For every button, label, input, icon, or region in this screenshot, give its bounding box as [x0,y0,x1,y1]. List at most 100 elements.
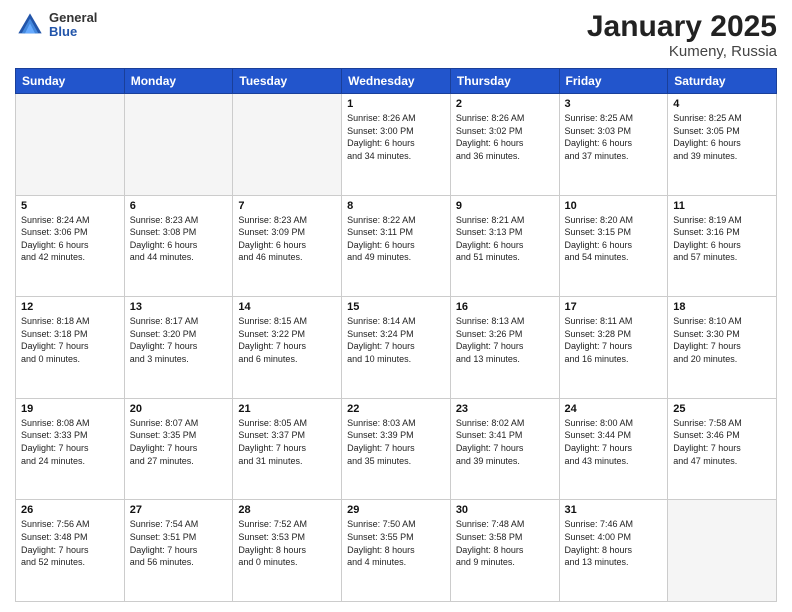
calendar-cell: 26Sunrise: 7:56 AMSunset: 3:48 PMDayligh… [16,500,125,602]
calendar-cell: 7 Sunrise: 8:23 AMSunset: 3:09 PMDaylight… [233,195,342,297]
calendar-cell: 8 Sunrise: 8:22 AMSunset: 3:11 PMDaylight… [342,195,451,297]
day-info: Sunrise: 8:00 AMSunset: 3:44 PMDaylight:… [565,417,663,467]
calendar-cell: 1 Sunrise: 8:26 AMSunset: 3:00 PMDaylight… [342,94,451,196]
calendar-cell: 18 Sunrise: 8:10 AMSunset: 3:30 PMDayligh… [668,297,777,399]
day-number: 31 [565,504,663,516]
day-info: Sunrise: 7:54 AMSunset: 3:51 PMDaylight:… [130,518,228,568]
day-info: Sunrise: 8:23 AMSunset: 3:08 PMDaylight:… [130,214,228,264]
calendar-week-1: 5 Sunrise: 8:24 AMSunset: 3:06 PMDaylight… [16,195,777,297]
logo-general: General [49,11,97,25]
day-info: Sunrise: 7:56 AMSunset: 3:48 PMDaylight:… [21,518,119,568]
day-info: Sunrise: 8:22 AMSunset: 3:11 PMDaylight:… [347,214,445,264]
logo: General Blue [15,10,97,40]
day-info: Sunrise: 8:18 AMSunset: 3:18 PMDaylight:… [21,315,119,365]
day-number: 21 [238,403,336,415]
day-info: Sunrise: 8:23 AMSunset: 3:09 PMDaylight:… [238,214,336,264]
calendar-week-2: 12 Sunrise: 8:18 AMSunset: 3:18 PMDayligh… [16,297,777,399]
day-number: 22 [347,403,445,415]
day-number: 24 [565,403,663,415]
calendar-cell: 10 Sunrise: 8:20 AMSunset: 3:15 PMDayligh… [559,195,668,297]
day-info: Sunrise: 8:24 AMSunset: 3:06 PMDaylight:… [21,214,119,264]
calendar-cell: 21 Sunrise: 8:05 AMSunset: 3:37 PMDayligh… [233,398,342,500]
calendar-cell: 14Sunrise: 8:15 AMSunset: 3:22 PMDayligh… [233,297,342,399]
calendar-cell: 24 Sunrise: 8:00 AMSunset: 3:44 PMDayligh… [559,398,668,500]
day-number: 18 [673,301,771,313]
day-number: 5 [21,200,119,212]
day-info: Sunrise: 8:03 AMSunset: 3:39 PMDaylight:… [347,417,445,467]
calendar-cell: 5 Sunrise: 8:24 AMSunset: 3:06 PMDaylight… [16,195,125,297]
day-number: 2 [456,98,554,110]
logo-icon [15,10,45,40]
calendar-cell: 2Sunrise: 8:26 AMSunset: 3:02 PMDaylight… [450,94,559,196]
day-info: Sunrise: 8:26 AMSunset: 3:00 PMDaylight:… [347,112,445,162]
calendar-cell: 16Sunrise: 8:13 AMSunset: 3:26 PMDayligh… [450,297,559,399]
day-number: 7 [238,200,336,212]
calendar-week-0: 1 Sunrise: 8:26 AMSunset: 3:00 PMDaylight… [16,94,777,196]
calendar-subtitle: Kumeny, Russia [587,43,777,60]
col-header-friday: Friday [559,69,668,94]
calendar-cell [668,500,777,602]
day-info: Sunrise: 8:07 AMSunset: 3:35 PMDaylight:… [130,417,228,467]
day-number: 25 [673,403,771,415]
day-number: 15 [347,301,445,313]
calendar-cell: 19 Sunrise: 8:08 AMSunset: 3:33 PMDayligh… [16,398,125,500]
day-info: Sunrise: 8:21 AMSunset: 3:13 PMDaylight:… [456,214,554,264]
day-info: Sunrise: 8:19 AMSunset: 3:16 PMDaylight:… [673,214,771,264]
day-info: Sunrise: 8:25 AMSunset: 3:05 PMDaylight:… [673,112,771,162]
calendar-cell: 4 Sunrise: 8:25 AMSunset: 3:05 PMDaylight… [668,94,777,196]
day-info: Sunrise: 8:13 AMSunset: 3:26 PMDaylight:… [456,315,554,365]
calendar-title: January 2025 [587,10,777,43]
day-info: Sunrise: 8:25 AMSunset: 3:03 PMDaylight:… [565,112,663,162]
day-info: Sunrise: 8:17 AMSunset: 3:20 PMDaylight:… [130,315,228,365]
day-number: 13 [130,301,228,313]
calendar-cell: 28 Sunrise: 7:52 AMSunset: 3:53 PMDayligh… [233,500,342,602]
calendar-cell: 12 Sunrise: 8:18 AMSunset: 3:18 PMDayligh… [16,297,125,399]
calendar-table: SundayMondayTuesdayWednesdayThursdayFrid… [15,68,777,602]
calendar-cell: 6 Sunrise: 8:23 AMSunset: 3:08 PMDaylight… [124,195,233,297]
calendar-cell: 23 Sunrise: 8:02 AMSunset: 3:41 PMDayligh… [450,398,559,500]
day-info: Sunrise: 8:11 AMSunset: 3:28 PMDaylight:… [565,315,663,365]
day-number: 6 [130,200,228,212]
calendar-cell: 15Sunrise: 8:14 AMSunset: 3:24 PMDayligh… [342,297,451,399]
calendar-cell [233,94,342,196]
day-info: Sunrise: 8:02 AMSunset: 3:41 PMDaylight:… [456,417,554,467]
col-header-saturday: Saturday [668,69,777,94]
day-number: 9 [456,200,554,212]
day-number: 8 [347,200,445,212]
day-number: 19 [21,403,119,415]
calendar-cell [124,94,233,196]
day-number: 1 [347,98,445,110]
col-header-tuesday: Tuesday [233,69,342,94]
calendar-cell: 20Sunrise: 8:07 AMSunset: 3:35 PMDayligh… [124,398,233,500]
calendar-cell: 9 Sunrise: 8:21 AMSunset: 3:13 PMDaylight… [450,195,559,297]
day-info: Sunrise: 7:46 AMSunset: 4:00 PMDaylight:… [565,518,663,568]
day-info: Sunrise: 8:08 AMSunset: 3:33 PMDaylight:… [21,417,119,467]
day-number: 17 [565,301,663,313]
day-number: 3 [565,98,663,110]
day-info: Sunrise: 8:20 AMSunset: 3:15 PMDaylight:… [565,214,663,264]
calendar-cell: 30 Sunrise: 7:48 AMSunset: 3:58 PMDayligh… [450,500,559,602]
day-info: Sunrise: 7:48 AMSunset: 3:58 PMDaylight:… [456,518,554,568]
calendar-cell [16,94,125,196]
calendar-cell: 25 Sunrise: 7:58 AMSunset: 3:46 PMDayligh… [668,398,777,500]
day-number: 23 [456,403,554,415]
day-number: 12 [21,301,119,313]
day-info: Sunrise: 7:58 AMSunset: 3:46 PMDaylight:… [673,417,771,467]
calendar-header-row: SundayMondayTuesdayWednesdayThursdayFrid… [16,69,777,94]
col-header-monday: Monday [124,69,233,94]
header: General Blue January 2025 Kumeny, Russia [15,10,777,60]
day-info: Sunrise: 7:52 AMSunset: 3:53 PMDaylight:… [238,518,336,568]
day-number: 30 [456,504,554,516]
day-info: Sunrise: 8:05 AMSunset: 3:37 PMDaylight:… [238,417,336,467]
calendar-cell: 3 Sunrise: 8:25 AMSunset: 3:03 PMDaylight… [559,94,668,196]
day-number: 10 [565,200,663,212]
day-number: 28 [238,504,336,516]
day-number: 29 [347,504,445,516]
day-info: Sunrise: 8:10 AMSunset: 3:30 PMDaylight:… [673,315,771,365]
col-header-wednesday: Wednesday [342,69,451,94]
calendar-cell: 27Sunrise: 7:54 AMSunset: 3:51 PMDayligh… [124,500,233,602]
calendar-cell: 29Sunrise: 7:50 AMSunset: 3:55 PMDayligh… [342,500,451,602]
calendar-cell: 17 Sunrise: 8:11 AMSunset: 3:28 PMDayligh… [559,297,668,399]
calendar-week-4: 26Sunrise: 7:56 AMSunset: 3:48 PMDayligh… [16,500,777,602]
day-number: 4 [673,98,771,110]
